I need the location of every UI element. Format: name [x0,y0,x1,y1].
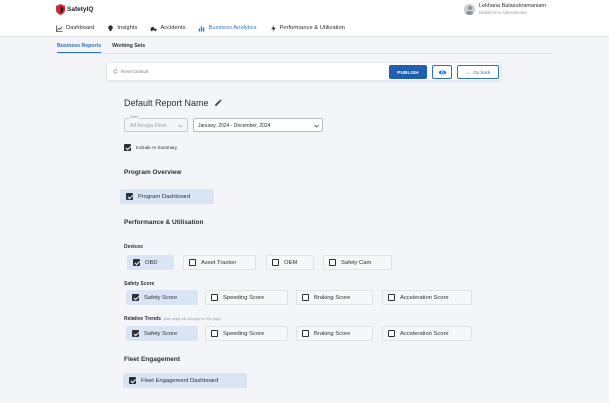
fleet-select[interactable]: Fleet All Azuga Fleet [124,115,188,132]
date-range-select[interactable]: January, 2024 - December, 2024 [193,118,323,132]
device-option-safety-cam[interactable]: Safety Cam [323,255,392,270]
report-name: Default Report Name [124,98,209,108]
program-dashboard-checkbox[interactable] [126,193,133,200]
devices-label: Devices [124,244,143,250]
trend-option-braking-score[interactable]: Braking Score [296,326,373,341]
program-dashboard-option[interactable]: Program Dashboard [120,189,214,204]
arrow-left-icon: ← [465,69,471,75]
reset-icon [113,69,118,74]
device-option-obd[interactable]: OBD [127,255,174,270]
trend-checkbox-safety-score[interactable] [132,330,139,337]
trend-checkbox-speeding-score[interactable] [211,330,218,337]
bar-chart-icon [199,25,205,32]
device-option-asset-tracker[interactable]: Asset Tracker [183,255,256,270]
tab-business-reports[interactable]: Business Reports [57,43,102,53]
ai-summary-toggle[interactable]: Include AI Summary [124,144,177,151]
ai-summary-label: Include AI Summary [136,145,178,150]
device-checkbox-safety-cam[interactable] [329,259,336,266]
trend-checkbox-acceleration-score[interactable] [388,330,395,337]
safety-checkbox-acceleration-score[interactable] [388,294,395,301]
trend-option-acceleration-score[interactable]: Acceleration Score [382,326,472,341]
report-subtabs: Business Reports Working Sets [57,43,145,53]
relative-trends-label: Relative Trends (date range will not appl… [124,316,222,322]
car-crash-icon [150,26,157,31]
safety-checkbox-speeding-score[interactable] [211,294,218,301]
safety-option-speeding-score[interactable]: Speeding Score [205,290,288,305]
nav-accidents[interactable]: Accidents [150,23,185,33]
safety-option-acceleration-score[interactable]: Acceleration Score [382,290,472,305]
fleet-engagement-dashboard-option[interactable]: Fleet Engagement Dashboard [123,373,247,388]
device-checkbox-asset-tracker[interactable] [189,259,196,266]
user-name: Lekhana Balasubramaniam [479,3,546,9]
program-overview-title: Program Overview [124,169,182,176]
fleet-engagement-checkbox[interactable] [129,377,136,384]
action-bar: Reset Default PUBLISH ← Go back [106,62,501,81]
user-role: Mobilit Dme Administrator [479,10,527,15]
go-back-button[interactable]: ← Go back [457,65,499,79]
pencil-icon[interactable] [214,99,222,107]
avatar [464,4,475,15]
safety-score-label: Safety Score [124,281,155,287]
relative-trends-note: (date range will not apply for this page… [162,317,222,321]
bolt-icon [270,24,276,32]
top-bar: SafetyIQ Lekhana Balasubramaniam Mobilit… [0,0,609,37]
device-checkbox-oem[interactable] [272,259,279,266]
fleet-label: Fleet [129,115,139,119]
trend-option-speeding-score[interactable]: Speeding Score [205,326,288,341]
logo-icon [56,4,65,15]
nav-dashboard[interactable]: Dashboard [56,23,94,33]
performance-title: Performance & Utilisation [124,219,204,226]
eye-icon [437,69,447,75]
date-range-value: January, 2024 - December, 2024 [198,123,271,129]
lightbulb-icon [108,24,114,31]
safety-checkbox-braking-score[interactable] [302,294,309,301]
safety-checkbox-safety-score[interactable] [132,294,139,301]
device-checkbox-obd[interactable] [133,259,140,266]
logo[interactable]: SafetyIQ [56,4,93,15]
trend-option-safety-score[interactable]: Safety Score [126,326,198,341]
nav-performance-utilization[interactable]: Performance & Utilization [270,23,345,33]
safety-option-braking-score[interactable]: Braking Score [296,290,373,305]
safety-option-safety-score[interactable]: Safety Score [126,290,198,305]
tab-working-sets[interactable]: Working Sets [112,43,145,53]
trend-checkbox-braking-score[interactable] [302,330,309,337]
preview-button[interactable] [432,65,452,79]
ai-summary-checkbox[interactable] [124,144,131,151]
logo-text: SafetyIQ [67,6,94,13]
fleet-value: All Azuga Fleet [130,123,167,129]
device-option-oem[interactable]: OEM [266,255,314,270]
main-nav: Dashboard Insights Accidents Business An… [56,23,345,33]
report-title: Default Report Name [124,98,222,108]
chevron-down-icon [314,124,319,128]
user-menu[interactable]: Lekhana Balasubramaniam Mobilit Dme Admi… [464,3,546,16]
nav-insights[interactable]: Insights [107,23,137,33]
line-chart-icon [56,24,63,32]
chevron-down-icon [178,124,183,128]
subtab-divider [57,53,552,54]
reset-default-button[interactable]: Reset Default [113,69,148,74]
publish-button[interactable]: PUBLISH [389,65,427,79]
nav-business-analytics[interactable]: Business Analytics [198,23,257,33]
fleet-engagement-title: Fleet Engagement [124,356,180,363]
